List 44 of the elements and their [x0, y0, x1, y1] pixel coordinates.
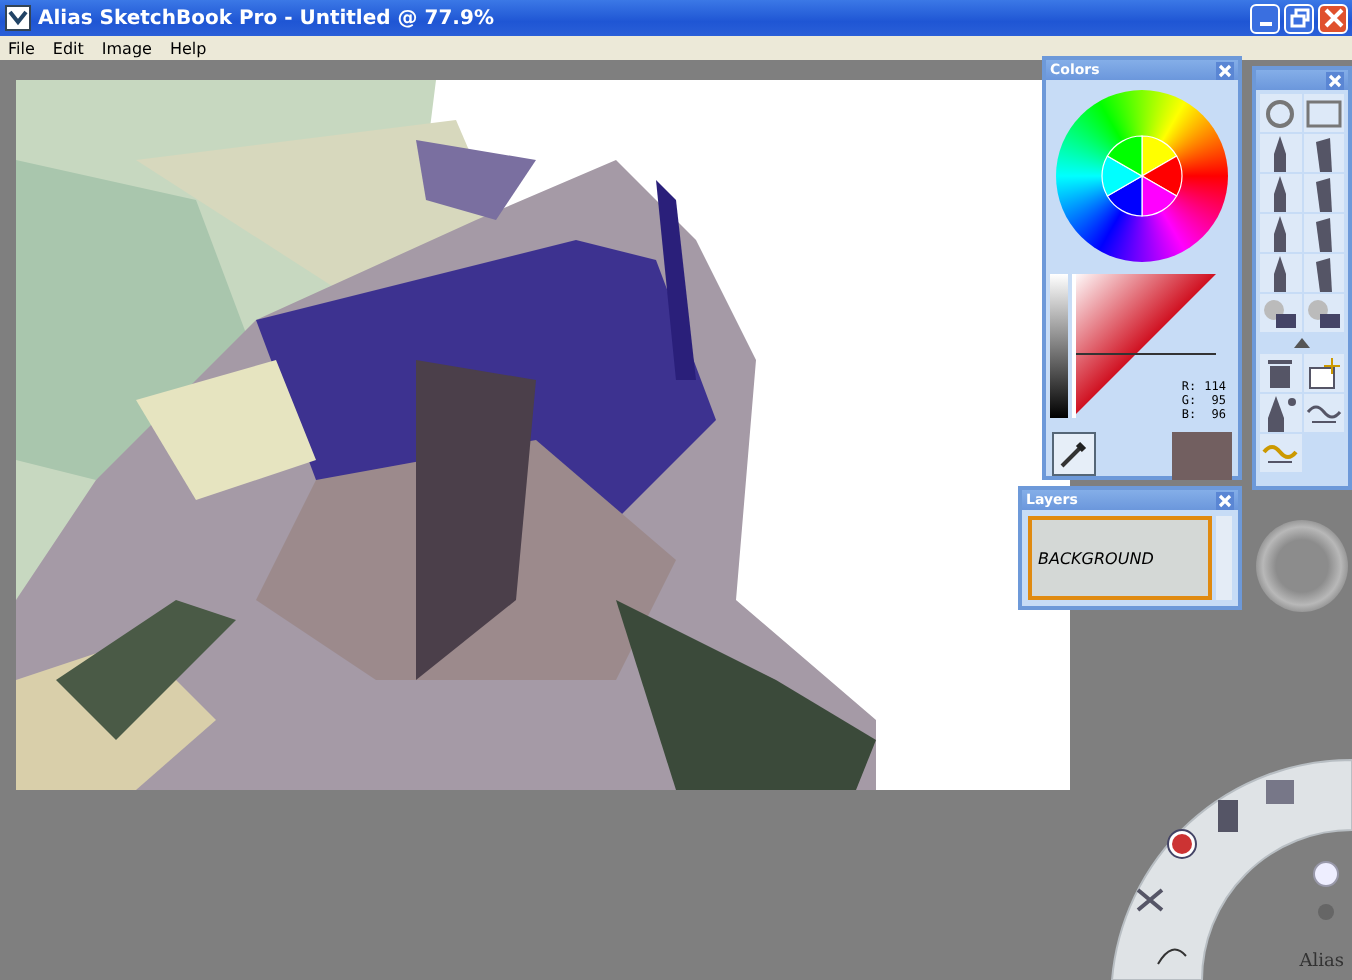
layer-thumbnail[interactable]: BACKGROUND [1028, 516, 1212, 600]
brush-tool-icon[interactable] [1260, 134, 1301, 172]
rectangle-tool-icon[interactable] [1303, 94, 1344, 132]
app-icon [4, 4, 32, 32]
color-palette-icon[interactable] [1167, 829, 1197, 859]
stroke-icon[interactable] [1303, 394, 1344, 432]
window-title: Alias SketchBook Pro - Untitled @ 77.9% [38, 7, 496, 29]
dot-icon[interactable] [1318, 904, 1334, 920]
brush-tool-icon[interactable] [1260, 254, 1301, 292]
layer-name: BACKGROUND [1038, 549, 1154, 567]
brush-tool-icon[interactable] [1303, 174, 1344, 212]
scroll-bar[interactable] [1216, 516, 1232, 600]
eyedropper-icon [1056, 436, 1092, 472]
close-button[interactable] [1318, 3, 1348, 33]
brush-size-icon[interactable] [1260, 394, 1301, 432]
stroke-icon[interactable] [1260, 434, 1301, 472]
brush-tool-icon[interactable] [1303, 134, 1344, 172]
menu-item[interactable]: File [8, 39, 35, 57]
menu-item[interactable]: Edit [52, 39, 84, 57]
brush-tool-icon[interactable] [1260, 174, 1301, 212]
hue-segments-icon [1100, 134, 1184, 218]
brush-tool-icon[interactable] [1303, 214, 1344, 252]
new-layer-icon[interactable] [1303, 354, 1344, 392]
eraser-tool-icon[interactable] [1303, 294, 1344, 332]
curve-icon[interactable] [1157, 948, 1187, 965]
ellipse-tool-icon[interactable] [1260, 94, 1301, 132]
trash-icon[interactable] [1260, 354, 1301, 392]
menu-item[interactable]: Help [169, 39, 207, 57]
restore-button[interactable] [1284, 3, 1314, 33]
close-button[interactable] [1216, 61, 1234, 79]
minimize-icon [1259, 22, 1271, 26]
minimize-button[interactable] [1250, 3, 1280, 33]
caret-icon[interactable] [1294, 338, 1310, 348]
logo-text: Alias [1299, 952, 1344, 972]
close-button[interactable] [1326, 71, 1344, 89]
eyedropper-button[interactable] [1052, 432, 1096, 476]
restore-icon [1289, 8, 1309, 28]
menu-item[interactable]: Image [101, 39, 152, 57]
brush-tool-icon[interactable] [1260, 214, 1301, 252]
close-icon [1323, 8, 1343, 28]
brush-tool-icon[interactable] [1303, 254, 1344, 292]
value-strip[interactable] [1050, 274, 1068, 418]
eraser-tool-icon[interactable] [1260, 294, 1301, 332]
close-button[interactable] [1216, 491, 1234, 509]
